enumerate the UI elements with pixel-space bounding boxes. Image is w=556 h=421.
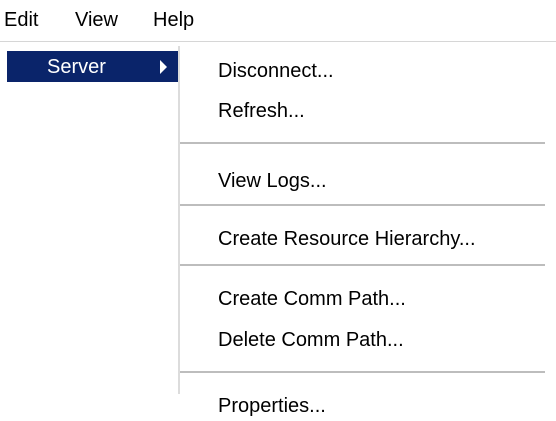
menu-item-delete-comm-path[interactable]: Delete Comm Path...	[218, 327, 404, 353]
menu-separator	[180, 371, 545, 374]
menu-item-view-logs[interactable]: View Logs...	[218, 168, 327, 194]
menu-item-properties[interactable]: Properties...	[218, 393, 326, 419]
menu-separator	[180, 142, 545, 145]
submenu-left-border	[178, 46, 180, 394]
chevron-right-icon	[160, 60, 167, 74]
menu-item-refresh[interactable]: Refresh...	[218, 98, 305, 124]
menu-bar: Edit View Help	[0, 0, 556, 42]
menubar-divider	[0, 41, 556, 42]
menu-view[interactable]: View	[75, 7, 118, 33]
menu-item-disconnect[interactable]: Disconnect...	[218, 58, 334, 84]
menu-separator	[180, 204, 545, 207]
menu-item-server[interactable]: Server	[7, 51, 179, 82]
menu-help[interactable]: Help	[153, 7, 194, 33]
menu-separator	[180, 264, 545, 267]
menu-item-create-comm-path[interactable]: Create Comm Path...	[218, 286, 406, 312]
menu-edit[interactable]: Edit	[4, 7, 38, 33]
menu-item-server-label: Server	[47, 56, 106, 78]
menu-item-create-resource-hierarchy[interactable]: Create Resource Hierarchy...	[218, 226, 476, 252]
